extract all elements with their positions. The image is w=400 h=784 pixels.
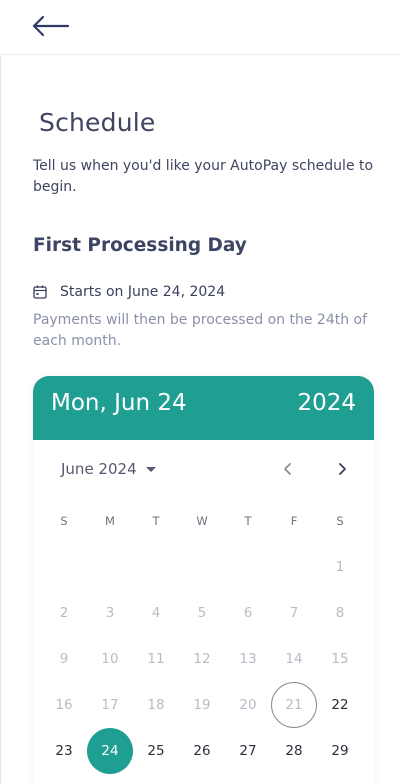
date-picker-header: Mon, Jun 24 2024 — [33, 376, 374, 440]
calendar-day: 13 — [239, 651, 257, 667]
calendar-day[interactable]: 27 — [225, 728, 271, 774]
calendar-day: 12 — [193, 651, 211, 667]
chevron-left-icon — [284, 463, 291, 475]
calendar-day: 1 — [335, 559, 345, 575]
calendar-day: 9 — [59, 651, 69, 667]
weekday-label: S — [60, 514, 68, 528]
intro-text: Tell us when you'd like your AutoPay sch… — [33, 158, 374, 195]
weekday-label: F — [290, 514, 298, 528]
calendar-day: 4 — [151, 605, 161, 621]
caret-down-icon — [145, 466, 156, 472]
calendar-day[interactable]: 23 — [41, 728, 87, 774]
calendar-day: 18 — [147, 697, 165, 713]
back-button[interactable] — [30, 10, 74, 42]
selected-year-display[interactable]: 2024 — [297, 390, 356, 416]
next-month-button[interactable] — [330, 458, 354, 480]
calendar-day: 19 — [193, 697, 211, 713]
calendar-day: 7 — [289, 605, 299, 621]
arrow-left-icon — [32, 15, 70, 37]
calendar-day: 20 — [239, 697, 257, 713]
calendar-day: 11 — [147, 651, 165, 667]
divider — [0, 55, 1, 784]
weekday-label: M — [105, 514, 115, 528]
previous-month-button[interactable] — [276, 458, 300, 480]
calendar-day: 14 — [285, 651, 303, 667]
calendar-day[interactable]: 22 — [317, 682, 363, 728]
calendar-icon — [33, 285, 47, 299]
selected-day[interactable]: 24 — [87, 728, 133, 774]
calendar-day: 8 — [335, 605, 345, 621]
date-picker: Mon, Jun 24 2024 June 2024 SMTWTFS 12345… — [33, 376, 374, 784]
weekday-label: T — [244, 514, 252, 528]
chevron-right-icon — [339, 463, 346, 475]
processing-note: Payments will then be processed on the 2… — [33, 312, 368, 349]
top-bar — [0, 0, 400, 55]
calendar-day: 16 — [55, 697, 73, 713]
calendar-day: 6 — [243, 605, 253, 621]
weekday-label: S — [336, 514, 344, 528]
start-date-text: Starts on June 24, 2024 — [60, 284, 226, 300]
calendar-day[interactable]: 28 — [271, 728, 317, 774]
calendar-day: 10 — [101, 651, 119, 667]
calendar-day: 15 — [331, 651, 349, 667]
month-label: June 2024 — [61, 460, 137, 478]
calendar-day: 2 — [59, 605, 69, 621]
calendar-day: 5 — [197, 605, 207, 621]
section-title: First Processing Day — [33, 235, 247, 256]
calendar-day: 3 — [105, 605, 115, 621]
calendar-day: 17 — [101, 697, 119, 713]
calendar-day: 21 — [271, 682, 317, 728]
start-date-row: Starts on June 24, 2024 — [33, 282, 225, 302]
calendar-day[interactable]: 29 — [317, 728, 363, 774]
calendar-day[interactable]: 26 — [179, 728, 225, 774]
month-select[interactable]: June 2024 — [61, 458, 156, 480]
selected-date-display: Mon, Jun 24 — [51, 390, 187, 416]
weekday-label: T — [152, 514, 160, 528]
calendar-day[interactable]: 25 — [133, 728, 179, 774]
weekday-label: W — [196, 514, 208, 528]
page-title: Schedule — [39, 108, 156, 137]
